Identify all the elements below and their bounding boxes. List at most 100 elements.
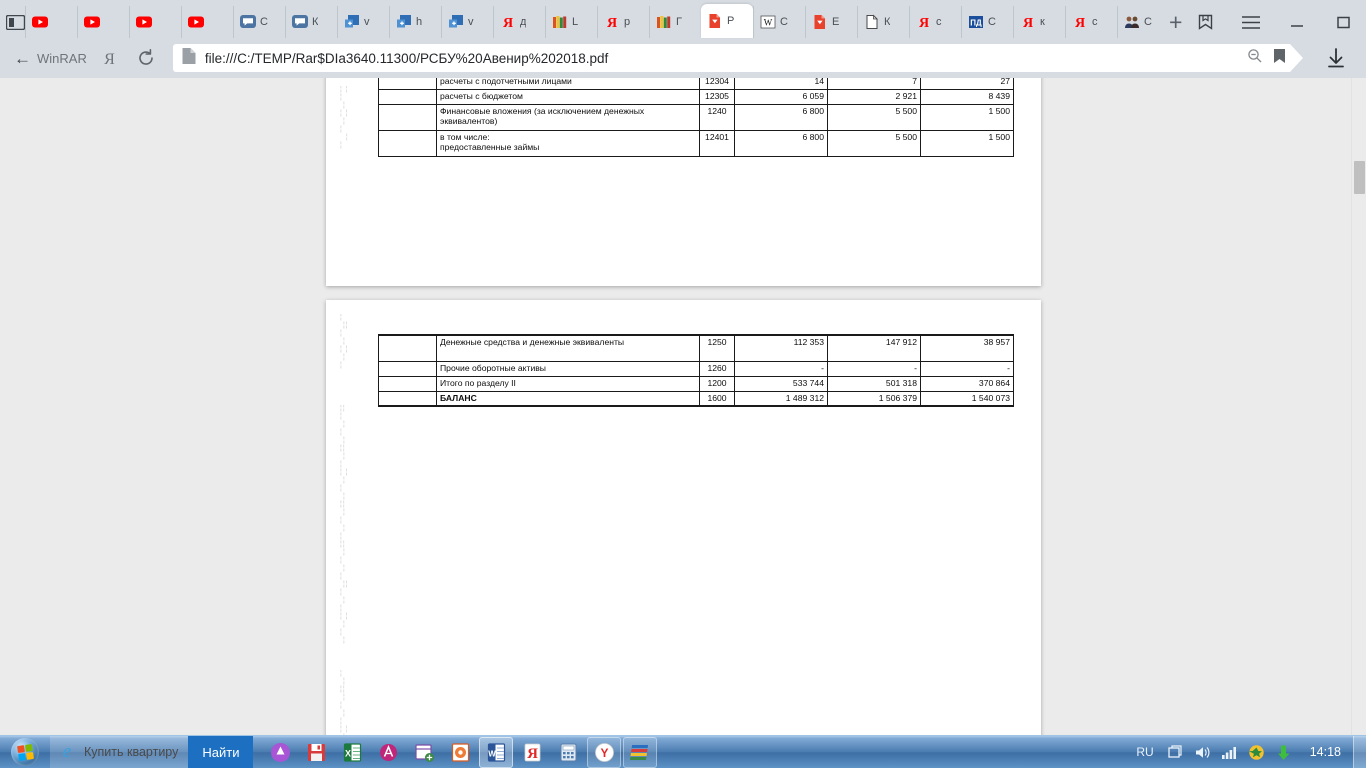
new-tab-button[interactable]: + — [1169, 6, 1182, 38]
row-code: 12401 — [699, 130, 735, 157]
tab-2[interactable] — [129, 6, 181, 38]
save-floppy-icon[interactable] — [299, 737, 333, 768]
youtube-icon — [32, 14, 48, 30]
tab-11[interactable]: Я р — [597, 6, 649, 38]
tab-20-label: с — [1092, 16, 1098, 28]
tab-7[interactable]: h — [389, 6, 441, 38]
table-row: в том числе: предоставленные займы 12401… — [378, 130, 1014, 157]
minimize-button[interactable] — [1274, 6, 1320, 38]
tab-19[interactable]: Я к — [1013, 6, 1065, 38]
excel-window-icon[interactable] — [407, 737, 441, 768]
row-value-3: 38 957 — [920, 334, 1014, 362]
url-text[interactable]: file:///C:/TEMP/Rar$DIa3640.11300/РСБУ%2… — [205, 51, 1239, 66]
pdf-icon — [812, 14, 828, 30]
yandex-y-icon[interactable]: Y — [587, 736, 622, 768]
download-icon[interactable] — [1316, 43, 1356, 73]
row-value-1: 533 744 — [734, 375, 828, 392]
table-row: БАЛАНС 1600 1 489 312 1 506 379 1 540 07… — [378, 390, 1014, 407]
tab-18-label: С — [988, 16, 996, 28]
tab-8[interactable]: v — [441, 6, 493, 38]
find-button[interactable]: Найти — [188, 735, 254, 768]
bookmark-star-icon[interactable] — [1273, 48, 1286, 69]
blue-square-plus-icon — [396, 14, 412, 30]
menu-icon[interactable] — [1228, 6, 1274, 38]
sidebar-panel-icon[interactable] — [6, 6, 25, 38]
cortana-circle-icon[interactable] — [263, 737, 297, 768]
tab-4[interactable]: С — [233, 6, 285, 38]
zoom-out-icon[interactable] — [1247, 48, 1263, 69]
svg-text:Я: Я — [919, 16, 929, 30]
bookmark-manager-icon[interactable] — [1182, 6, 1228, 38]
publisher-icon[interactable] — [443, 737, 477, 768]
row-value-1: 1 489 312 — [734, 390, 828, 407]
svg-text:Я: Я — [1075, 16, 1085, 30]
yandex-home-button[interactable]: Я — [97, 45, 123, 71]
svg-text:e: e — [63, 741, 71, 761]
row-label: расчеты с бюджетом — [436, 89, 700, 105]
tab-0[interactable] — [25, 6, 77, 38]
scan-artifact-left-b-top: ¦ ¦¦ ¦ ¦ ¦ ¦ ¦ ¦ — [340, 314, 349, 369]
tab-9[interactable]: Я д — [493, 6, 545, 38]
row-label: в том числе: предоставленные займы — [436, 130, 700, 157]
reload-button[interactable] — [133, 45, 159, 71]
tab-10[interactable]: L — [545, 6, 597, 38]
tab-15[interactable]: Е — [805, 6, 857, 38]
scan-artifact-left-b-mid: ¦¦ ¦ ¦ ¦ ¦ ¦¦ ¦ ¦ ¦ ¦ ¦ ¦ ¦ ¦¦ ¦ ¦ ¦ ¦ ¦¦ ¦ ¦ ¦ ¦ ¦¦… — [340, 405, 349, 644]
row-label: Финансовые вложения (за исключением дене… — [436, 104, 700, 131]
tab-17-label: с — [936, 16, 942, 28]
tab-6[interactable]: v — [337, 6, 389, 38]
vertical-scrollbar[interactable] — [1351, 78, 1366, 735]
row-code: 1600 — [699, 390, 735, 407]
row-value-3: 27 — [920, 78, 1014, 90]
calculator-icon[interactable] — [551, 737, 585, 768]
tab-14[interactable]: W С — [753, 6, 805, 38]
tab-5-label: К — [312, 16, 319, 28]
word-icon[interactable]: W — [479, 736, 514, 768]
tab-20[interactable]: Я с — [1065, 6, 1117, 38]
tab-3[interactable] — [181, 6, 233, 38]
back-button-label: WinRAR — [37, 50, 87, 66]
row-value-2: 5 500 — [827, 130, 921, 157]
row-label: Прочие оборотные активы — [436, 360, 700, 377]
update-shield-icon[interactable] — [1248, 743, 1266, 761]
window-controls — [1182, 6, 1366, 38]
access-icon[interactable] — [371, 737, 405, 768]
taskbar-item-internet-explorer[interactable]: e Купить квартиру — [50, 735, 189, 768]
tab-17[interactable]: Я с — [909, 6, 961, 38]
yandex-browser-icon[interactable]: Я — [515, 737, 549, 768]
omnibox[interactable]: file:///C:/TEMP/Rar$DIa3640.11300/РСБУ%2… — [172, 44, 1304, 72]
download-arrow-icon[interactable] — [1275, 743, 1293, 761]
volume-icon[interactable] — [1194, 743, 1212, 761]
pdf-viewer[interactable]: ¦ ¦ ¦ ¦ ¦ ¦ ¦ ¦ ¦ ¦ расчеты с подотчетными л… — [0, 78, 1366, 735]
tab-11-label: р — [624, 16, 631, 28]
clock[interactable]: 14:18 — [1302, 745, 1349, 759]
maximize-button[interactable] — [1320, 6, 1366, 38]
show-desktop-button[interactable] — [1353, 735, 1366, 768]
tab-1[interactable] — [77, 6, 129, 38]
taskbar-quick-launch: X W Я Y — [253, 736, 658, 768]
address-bar-row: ← WinRAR Я file:///C:/TEMP/Rar$DIa3640.1… — [0, 38, 1366, 78]
pdf-icon — [707, 13, 723, 29]
vk-message-icon — [240, 14, 256, 30]
tab-13-active-pdf[interactable]: Р — [701, 4, 753, 38]
start-button[interactable] — [0, 736, 50, 768]
scrollbar-thumb[interactable] — [1354, 161, 1365, 194]
yandex-icon: Я — [500, 14, 516, 31]
tab-5[interactable]: К — [285, 6, 337, 38]
tab-18[interactable]: ПД С — [961, 6, 1013, 38]
row-value-1: 112 353 — [734, 334, 828, 362]
row-value-1: - — [734, 360, 828, 377]
balance-table-top: расчеты с подотчетными лицами 12304 14 7… — [378, 78, 1014, 157]
youtube-icon — [136, 14, 152, 30]
tab-21[interactable]: С — [1117, 6, 1169, 38]
tab-16[interactable]: К — [857, 6, 909, 38]
tray-expand-icon[interactable] — [1167, 743, 1185, 761]
tab-12[interactable]: Г — [649, 6, 701, 38]
back-button[interactable]: ← WinRAR — [14, 50, 87, 67]
language-indicator[interactable]: RU — [1132, 745, 1157, 759]
network-icon[interactable] — [1221, 743, 1239, 761]
svg-text:Y: Y — [600, 746, 608, 760]
row-label: БАЛАНС — [436, 390, 700, 407]
books-stack-icon[interactable] — [623, 736, 658, 768]
excel-icon[interactable]: X — [335, 737, 369, 768]
